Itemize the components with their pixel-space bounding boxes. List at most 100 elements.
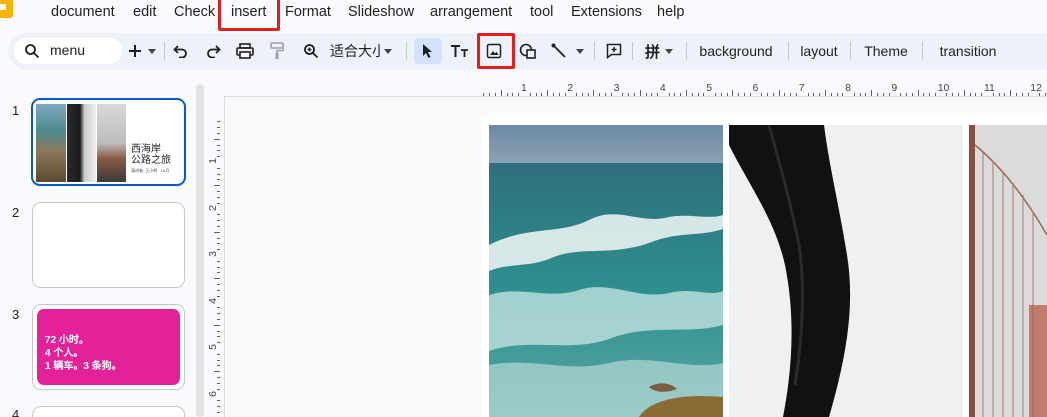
ruler-tick xyxy=(714,93,716,96)
new-slide-button[interactable] xyxy=(124,38,146,64)
ruler-tick xyxy=(529,93,531,96)
ruler-number: 3 xyxy=(207,251,220,257)
toolbar-divider xyxy=(686,42,687,60)
toolbar-divider xyxy=(406,42,407,60)
thumb-title-line: 西海岸 xyxy=(131,144,161,155)
ruler-tick xyxy=(877,93,879,96)
ruler-tick xyxy=(784,93,786,96)
search-label: menu xyxy=(50,42,86,58)
ruler-tick xyxy=(628,93,630,96)
thumb-subtitle: 演讲者: 王小明 · 10月 xyxy=(131,168,170,173)
select-tool-button[interactable] xyxy=(414,38,442,64)
slide-thumbnail-4[interactable] xyxy=(32,406,185,417)
background-button[interactable]: background xyxy=(694,38,778,64)
toolbar: menu 适合大小 拼 background layout Theme tran… xyxy=(8,33,1047,69)
shape-button[interactable] xyxy=(516,38,540,64)
menu-edit[interactable]: edit xyxy=(133,4,156,20)
ruler-tick xyxy=(217,214,220,216)
slide-filmstrip: 1 西海岸 公路之旅 演讲者: 王小明 · 10月 2 3 72 小时。 4 个… xyxy=(0,78,210,417)
image-icon xyxy=(486,43,502,59)
theme-button[interactable]: Theme xyxy=(858,38,914,64)
ruler-tick xyxy=(772,93,774,96)
slide-thumbnail-1[interactable]: 西海岸 公路之旅 演讲者: 王小明 · 10月 xyxy=(31,98,186,186)
line-dropdown[interactable] xyxy=(574,38,586,64)
menu-help[interactable]: help xyxy=(657,4,684,20)
transition-label: transition xyxy=(939,43,997,59)
ruler-number: 5 xyxy=(207,344,220,350)
zoom-button[interactable] xyxy=(300,38,322,64)
ruler-tick xyxy=(726,93,728,96)
ruler-tick xyxy=(217,266,220,268)
ruler-tick xyxy=(217,173,220,175)
insert-image-button[interactable] xyxy=(482,38,506,64)
menu-extensions[interactable]: Extensions xyxy=(571,4,642,20)
ruler-tick xyxy=(217,295,220,297)
ruler-tick xyxy=(217,400,220,402)
filmstrip-scrollbar[interactable] xyxy=(196,84,204,417)
ruler-tick xyxy=(790,93,792,96)
slide-number: 2 xyxy=(12,205,20,220)
line-button[interactable] xyxy=(548,38,570,64)
ruler-tick xyxy=(217,196,220,198)
input-tools-button[interactable]: 拼 xyxy=(640,38,678,64)
ruler-tick xyxy=(651,93,653,96)
menu-insert[interactable]: insert xyxy=(231,4,266,20)
slide-photo-person[interactable] xyxy=(729,125,963,417)
slide-thumbnail-2[interactable] xyxy=(32,202,185,288)
slide-photo-bridge[interactable] xyxy=(969,125,1047,417)
menu-format[interactable]: Format xyxy=(285,4,331,20)
vertical-ruler[interactable]: 1 2 3 4 5 6 xyxy=(204,112,220,417)
ruler-tick xyxy=(720,93,722,96)
ruler-tick xyxy=(217,365,220,367)
slides-logo-icon[interactable] xyxy=(0,0,13,18)
ruler-tick xyxy=(900,93,902,96)
menu-arrangement[interactable]: arrangement xyxy=(430,4,512,20)
add-comment-button[interactable] xyxy=(602,38,626,64)
paint-format-button[interactable] xyxy=(266,38,288,64)
ruler-tick xyxy=(489,93,491,96)
slide-thumbnail-3[interactable]: 72 小时。 4 个人。 1 辆车。3 条狗。 xyxy=(32,304,185,390)
ruler-tick xyxy=(778,90,780,96)
ruler-tick xyxy=(657,93,659,96)
ruler-tick xyxy=(830,93,832,96)
horizontal-ruler[interactable]: 1 2 3 4 5 6 7 8 9 10 11 12 xyxy=(476,80,1047,96)
transition-button[interactable]: transition xyxy=(930,38,1006,64)
ruler-number: 2 xyxy=(567,82,574,94)
ruler-tick xyxy=(214,231,220,233)
layout-button[interactable]: layout xyxy=(794,38,844,64)
search-menus[interactable]: menu xyxy=(14,38,122,64)
menu-check[interactable]: Check xyxy=(174,4,215,20)
zoom-select[interactable]: 适合大小 xyxy=(330,38,398,64)
print-button[interactable] xyxy=(234,38,256,64)
ruler-tick xyxy=(1021,93,1023,96)
slides-app: document edit Check insert Format Slides… xyxy=(0,0,1047,417)
slide-photo-ocean[interactable] xyxy=(489,125,723,417)
undo-button[interactable] xyxy=(170,38,192,64)
ruler-tick xyxy=(686,90,688,96)
slide-number: 1 xyxy=(12,103,20,118)
ruler-tick xyxy=(217,411,220,413)
text-box-button[interactable] xyxy=(448,38,472,64)
toolbar-divider xyxy=(164,42,165,60)
menu-tool[interactable]: tool xyxy=(530,4,553,20)
ruler-tick xyxy=(981,93,983,96)
ruler-tick xyxy=(599,93,601,96)
ruler-tick xyxy=(1004,93,1006,96)
menu-document[interactable]: document xyxy=(51,4,115,20)
new-slide-dropdown[interactable] xyxy=(146,38,158,64)
ruler-tick xyxy=(214,278,220,280)
ruler-tick xyxy=(217,150,220,152)
ruler-tick xyxy=(518,93,520,96)
ruler-tick xyxy=(217,318,220,320)
ruler-number: 1 xyxy=(207,158,220,164)
menu-slideshow[interactable]: Slideshow xyxy=(348,4,414,20)
redo-button[interactable] xyxy=(202,38,224,64)
ruler-number: 3 xyxy=(613,82,620,94)
zoom-icon xyxy=(303,43,319,59)
ruler-tick xyxy=(749,93,751,96)
ruler-tick xyxy=(217,382,220,384)
thumb-text-line: 1 辆车。3 条狗。 xyxy=(45,361,122,372)
ruler-tick xyxy=(622,93,624,96)
slide-canvas[interactable] xyxy=(481,115,1047,417)
ruler-number: 11 xyxy=(984,82,995,94)
